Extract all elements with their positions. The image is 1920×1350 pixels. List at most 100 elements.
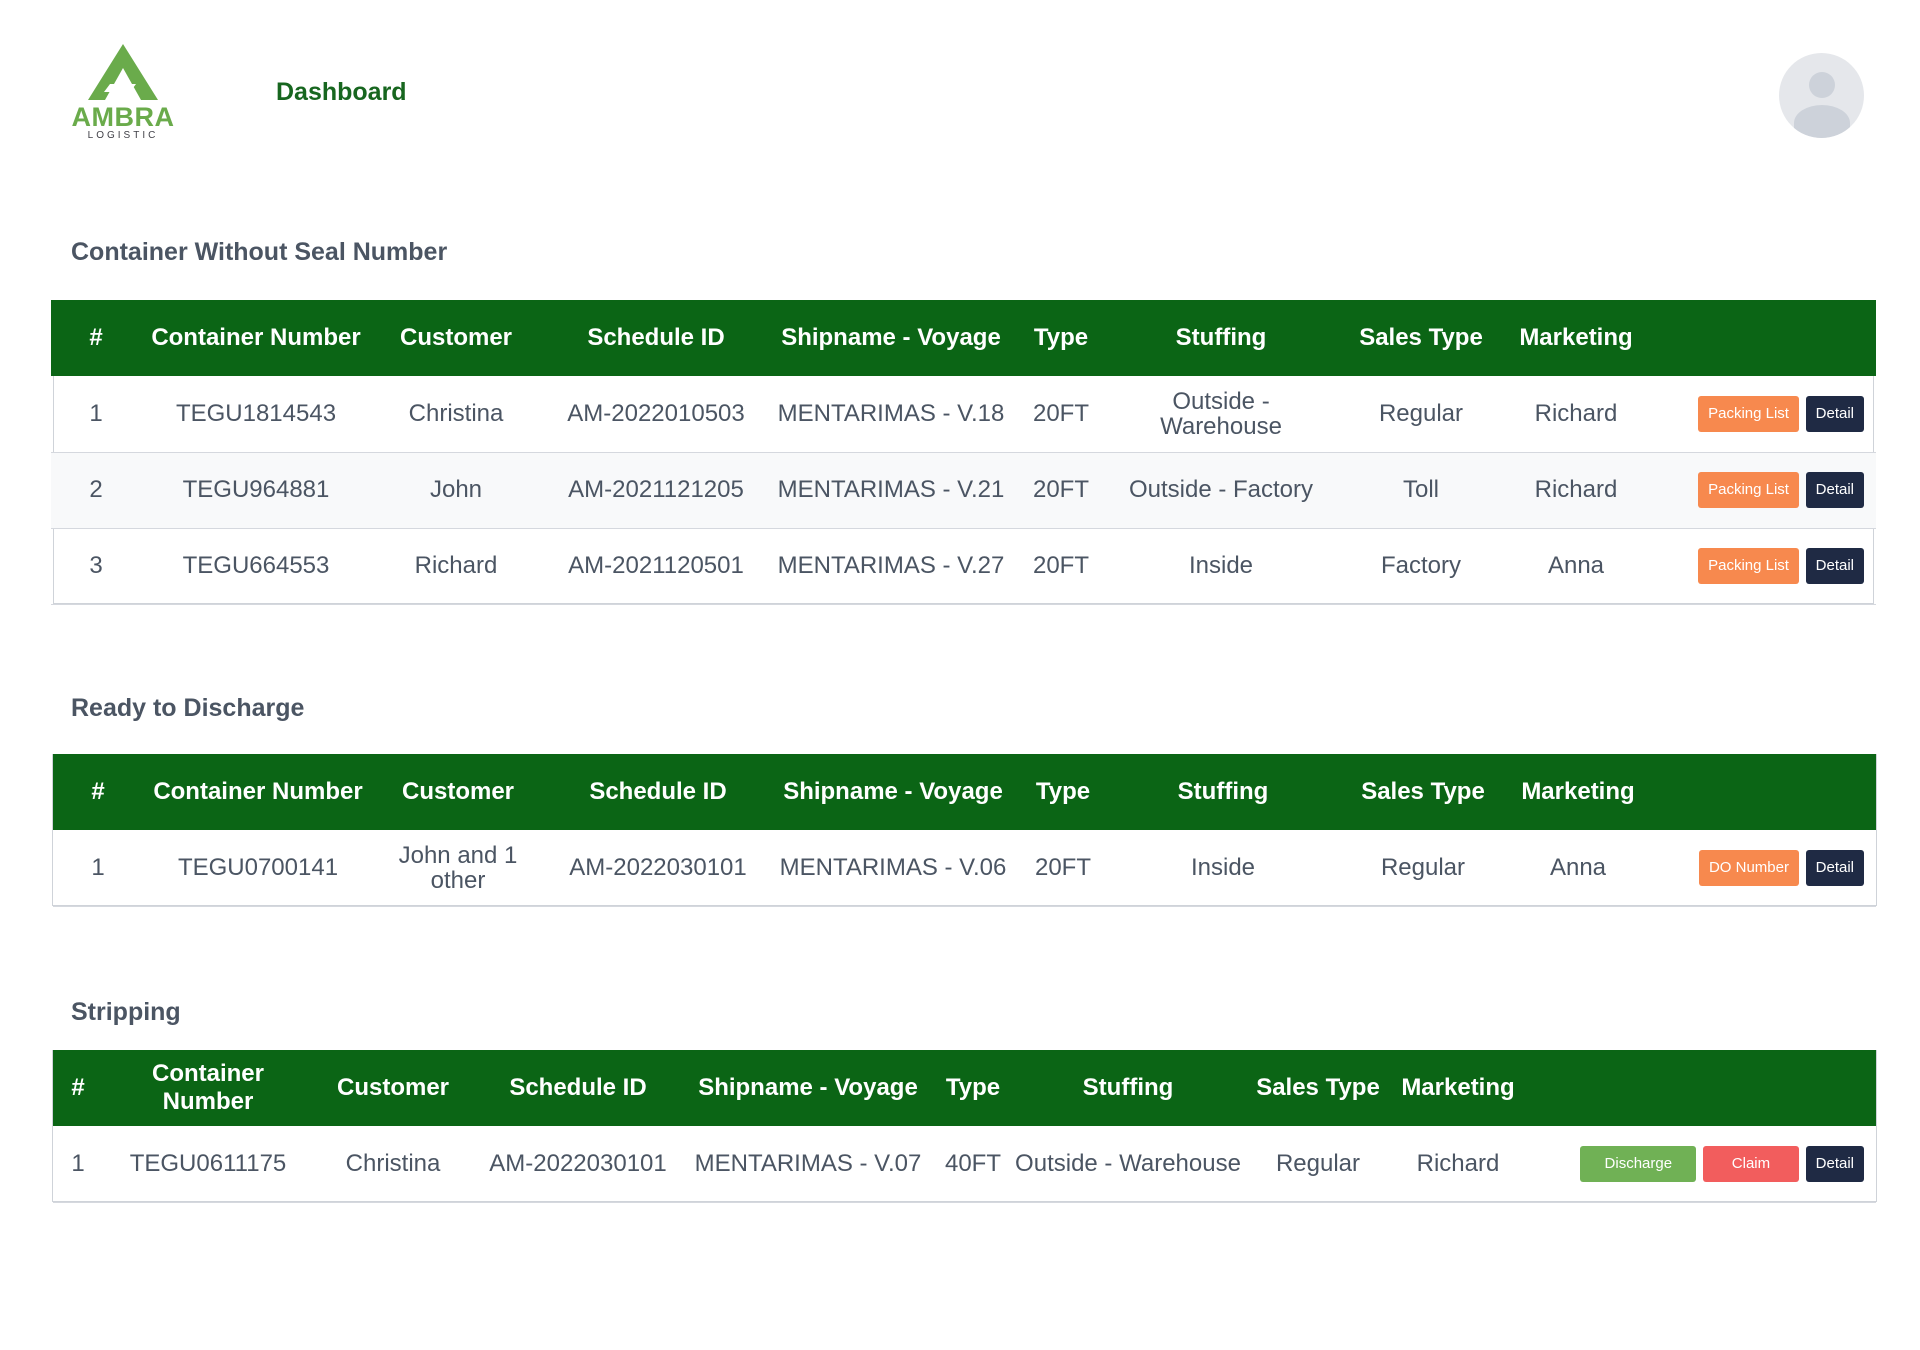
col-header-schedule: Schedule ID [587,324,725,351]
cell-container: TEGU0611175 [129,1150,287,1178]
cell-type: 20FT [1032,400,1089,428]
container-without-seal-table: # Container Number Customer Schedule ID … [51,300,1876,605]
col-header-actions [1643,754,1876,830]
cell-schedule: AM-2021121205 [568,476,744,504]
section-title-without-seal: Container Without Seal Number [71,238,448,266]
cell-number: 2 [89,476,103,504]
cell-schedule: AM-2022030101 [569,854,747,882]
cell-number: 1 [89,400,103,428]
col-header-sales: Sales Type [1359,324,1483,351]
logo-text: AMBRA [71,102,175,132]
packing-list-button[interactable]: Packing List [1698,472,1799,508]
cell-container: TEGU664553 [182,552,330,580]
col-header-stuffing: Stuffing [1177,778,1269,805]
cell-stuffing: Outside - Warehouse [1015,1150,1241,1178]
cell-type: 40FT [944,1150,1001,1178]
claim-button[interactable]: Claim [1702,1145,1799,1182]
table-header-row: # Container Number Customer Schedule ID … [53,1050,1876,1126]
cell-stuffing: Outside - Warehouse [1160,387,1282,440]
col-header-stuffing: Stuffing [1175,324,1267,351]
avatar-head [1809,72,1835,98]
cell-container: TEGU0700141 [177,854,339,882]
cell-type: 20FT [1034,854,1091,882]
cell-container: TEGU1814543 [175,400,337,428]
cell-ship: MENTARIMAS - V.07 [694,1150,922,1178]
logo-subtext: LOGISTIC [87,130,159,141]
cell-sales: Regular [1275,1150,1361,1178]
cell-customer: Christina [408,400,504,428]
cell-actions: DO Number Detail [1643,830,1876,906]
cell-sales: Regular [1378,400,1464,428]
company-logo: AMBRA LOGISTIC [70,42,176,142]
col-header-type: Type [945,1074,1001,1101]
cell-ship: MENTARIMAS - V.27 [777,552,1005,580]
user-avatar-icon[interactable] [1779,53,1864,138]
col-header-marketing: Marketing [1521,778,1635,805]
detail-button[interactable]: Detail [1805,395,1864,432]
cell-actions: Packing List Detail [1641,528,1876,604]
section-title-stripping: Stripping [71,998,181,1026]
cell-number: 1 [91,854,105,882]
col-header-type: Type [1033,324,1089,351]
logo-mark-icon [88,44,158,100]
cell-marketing: Anna [1547,552,1605,580]
cell-sales: Factory [1380,552,1461,580]
col-header-ship: Shipname - Voyage [781,324,1001,351]
col-header-container: Container Number [151,1060,264,1115]
col-header-customer: Customer [401,778,515,805]
cell-ship: MENTARIMAS - V.06 [779,854,1007,882]
col-header-type: Type [1035,778,1091,805]
col-header-container: Container Number [151,324,361,351]
cell-number: 1 [71,1150,85,1178]
cell-customer: Christina [345,1150,441,1178]
col-header-stuffing: Stuffing [1082,1074,1174,1101]
detail-button[interactable]: Detail [1805,472,1864,508]
cell-actions: Packing List Detail [1641,376,1876,452]
col-header-sales: Sales Type [1256,1074,1380,1101]
cell-customer: John [429,476,483,504]
cell-stuffing: Outside - Factory [1128,476,1314,504]
table-header-row: # Container Number Customer Schedule ID … [51,300,1876,376]
cell-actions: Discharge Claim Detail [1523,1126,1876,1202]
cell-ship: MENTARIMAS - V.18 [777,400,1005,428]
cell-container: TEGU964881 [182,476,330,504]
table-row: 1 TEGU1814543 Christina AM-2022010503 ME… [51,376,1876,452]
col-header-schedule: Schedule ID [589,778,727,805]
cell-actions: Packing List Detail [1641,452,1876,528]
section-title-ready-to-discharge: Ready to Discharge [71,694,305,722]
cell-ship: MENTARIMAS - V.21 [777,476,1005,504]
stripping-table: # Container Number Customer Schedule ID … [53,1050,1876,1203]
cell-customer: Richard [414,552,498,580]
detail-button[interactable]: Detail [1805,548,1864,584]
cell-marketing: Anna [1549,854,1607,882]
table-header-row: # Container Number Customer Schedule ID … [53,754,1876,830]
discharge-button[interactable]: Discharge [1580,1145,1697,1182]
nav-dashboard-link[interactable]: Dashboard [276,78,407,107]
detail-button[interactable]: Detail [1805,1145,1864,1182]
packing-list-button[interactable]: Packing List [1698,548,1799,584]
cell-marketing: Richard [1416,1150,1500,1178]
col-header-ship: Shipname - Voyage [783,778,1003,805]
col-header-customer: Customer [399,324,513,351]
cell-type: 20FT [1032,552,1089,580]
col-header-number: # [89,324,103,351]
cell-customer: John and 1 other [398,841,518,894]
cell-type: 20FT [1032,476,1089,504]
col-header-customer: Customer [336,1074,450,1101]
cell-schedule: AM-2022030101 [489,1150,667,1178]
col-header-container: Container Number [153,778,363,805]
col-header-actions [1523,1050,1876,1126]
cell-number: 3 [89,552,103,580]
do-number-button[interactable]: DO Number [1698,849,1799,886]
col-header-schedule: Schedule ID [509,1074,647,1101]
cell-sales: Regular [1380,854,1466,882]
col-header-ship: Shipname - Voyage [698,1074,918,1101]
packing-list-button[interactable]: Packing List [1698,395,1799,432]
col-header-sales: Sales Type [1361,778,1485,805]
table-row: 2 TEGU964881 John AM-2021121205 MENTARIM… [51,452,1876,528]
cell-schedule: AM-2022010503 [567,400,745,428]
col-header-number: # [71,1074,85,1101]
detail-button[interactable]: Detail [1805,849,1864,886]
table-row: 1 TEGU0700141 John and 1 other AM-202203… [53,830,1876,906]
cell-marketing: Richard [1534,400,1618,428]
